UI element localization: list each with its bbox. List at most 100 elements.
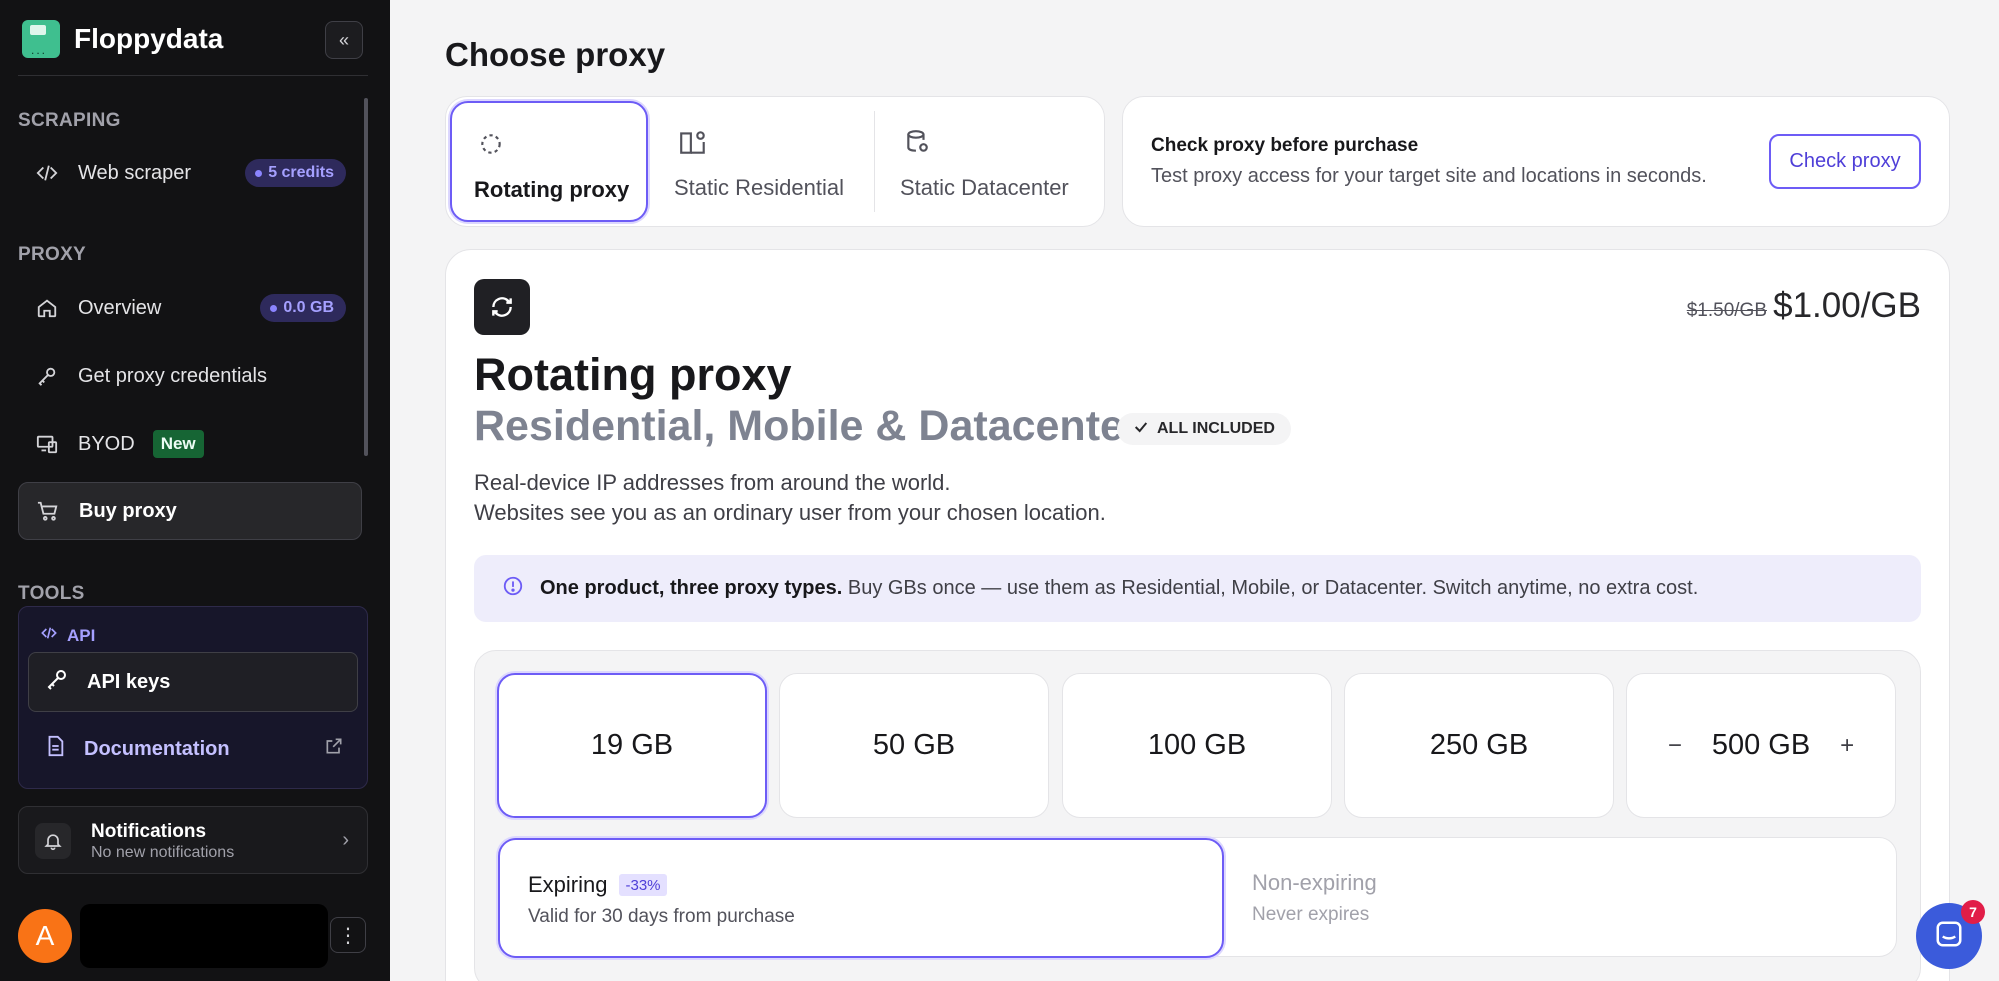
tab-divider [874,111,875,212]
user-info-redacted [80,904,328,968]
tab-static-datacenter[interactable]: Static Datacenter [878,101,1102,222]
discount-badge: -33% [619,874,667,896]
sidebar: Floppydata « SCRAPING Web scraper 5 cred… [0,0,390,981]
info-body: Buy GBs once — use them as Residential, … [847,577,1699,599]
decrement-button[interactable]: − [1668,732,1682,760]
external-link-icon [324,736,344,762]
bell-icon [35,823,71,859]
original-price: $1.50/GB [1686,300,1767,321]
check-proxy-button[interactable]: Check proxy [1769,134,1921,189]
expiry-toggle: Expiring -33% Valid for 30 days from pur… [497,837,1898,958]
chat-icon [1934,919,1964,954]
sidebar-item-buy-proxy[interactable]: Buy proxy [18,482,362,540]
sidebar-item-label: API keys [87,670,171,693]
unread-count-badge: 7 [1961,900,1985,924]
api-tools-panel: API API keys Documentation [18,606,368,789]
proxy-type-tabs: Rotating proxy Static Residential Static… [445,96,1105,227]
new-badge: New [152,430,204,458]
product-card: $1.50/GB $1.00/GB Rotating proxy Residen… [445,249,1950,981]
brand[interactable]: Floppydata [22,18,223,60]
check-proxy-title: Check proxy before purchase [1151,135,1419,156]
brand-name: Floppydata [74,23,224,54]
size-option-250gb[interactable]: 250 GB [1344,673,1614,818]
size-option-50gb[interactable]: 50 GB [779,673,1049,818]
rotate-icon [474,279,530,335]
non-expiring-title: Non-expiring [1252,870,1377,895]
expiring-label: Expiring [528,872,608,897]
devices-icon [34,431,60,457]
increment-button[interactable]: + [1840,732,1854,760]
more-vertical-icon: ⋮ [338,924,358,947]
check-proxy-description: Test proxy access for your target site a… [1151,165,1707,187]
product-title: Rotating proxy [474,349,792,400]
check-icon [1133,419,1149,440]
key-icon [45,667,69,697]
sidebar-item-web-scraper[interactable]: Web scraper 5 credits [18,144,362,202]
tab-rotating-proxy[interactable]: Rotating proxy [450,101,648,222]
building-icon [678,129,708,160]
non-expiring-subtitle: Never expires [1252,904,1370,925]
expiring-option[interactable]: Expiring -33% Valid for 30 days from pur… [498,838,1224,958]
section-label-scraping: SCRAPING [18,110,121,131]
sidebar-item-label: Buy proxy [79,499,177,522]
current-price: $1.00/GB [1773,286,1921,325]
info-text: One product, three proxy types. Buy GBs … [540,577,1698,600]
purchase-options: 19 GB 50 GB 100 GB 250 GB − 500 GB + Exp… [474,650,1921,981]
credits-badge: 5 credits [245,159,346,187]
check-proxy-card: Check proxy before purchase Test proxy a… [1122,96,1950,227]
code-icon [34,160,60,186]
rotate-icon [478,131,504,162]
sidebar-scrollbar[interactable] [364,98,368,456]
collapse-sidebar-button[interactable]: « [325,21,363,59]
database-icon [904,129,930,160]
notifications-title: Notifications [91,821,207,842]
sidebar-item-documentation[interactable]: Documentation [28,719,358,779]
sidebar-item-credentials[interactable]: Get proxy credentials [18,347,362,405]
section-label-proxy: PROXY [18,244,87,265]
info-banner: One product, three proxy types. Buy GBs … [474,555,1921,622]
floppy-logo-icon [22,20,60,58]
product-description: Real-device IP addresses from around the… [474,468,1106,528]
sidebar-item-label: Get proxy credentials [78,364,267,387]
api-heading-label: API [67,625,96,645]
api-heading: API [41,625,95,646]
non-expiring-option[interactable]: Non-expiring Never expires [1224,838,1898,958]
custom-size-value: 500 GB [1711,729,1811,761]
home-icon [34,295,60,321]
sidebar-item-label: Overview [78,296,162,319]
sidebar-item-label: BYOD [78,432,135,455]
badge-label: ALL INCLUDED [1157,420,1275,437]
double-chevron-left-icon: « [338,29,349,50]
user-menu-button[interactable]: ⋮ [330,917,366,953]
description-line: Websites see you as an ordinary user fro… [474,500,1106,525]
description-line: Real-device IP addresses from around the… [474,470,951,495]
divider [18,75,368,76]
avatar[interactable]: A [18,909,72,963]
usage-badge: 0.0 GB [260,294,346,322]
page-title: Choose proxy [445,36,666,73]
document-icon [44,735,66,763]
chevron-right-icon: › [342,829,349,851]
size-option-custom[interactable]: − 500 GB + [1626,673,1896,818]
sidebar-item-api-keys[interactable]: API keys [28,652,358,712]
size-option-100gb[interactable]: 100 GB [1062,673,1332,818]
all-included-badge: ALL INCLUDED [1117,413,1291,445]
tab-label: Static Datacenter [900,175,1069,200]
expiring-title: Expiring -33% [528,872,667,898]
product-subtitle: Residential, Mobile & Datacenter [474,402,1141,450]
size-option-19gb[interactable]: 19 GB [497,673,767,818]
sidebar-item-byod[interactable]: BYOD New [18,415,362,473]
info-bold: One product, three proxy types. [540,577,843,599]
notifications-panel[interactable]: Notifications No new notifications › [18,806,368,874]
tab-static-residential[interactable]: Static Residential [652,101,872,222]
notifications-subtitle: No new notifications [91,844,235,861]
sidebar-item-overview[interactable]: Overview 0.0 GB [18,279,362,337]
info-icon [502,575,524,603]
sidebar-item-label: Web scraper [78,161,192,184]
key-icon [34,363,60,389]
expiring-subtitle: Valid for 30 days from purchase [528,906,795,927]
code-icon [41,625,57,646]
cart-icon [35,498,61,524]
tab-label: Static Residential [674,175,844,200]
sidebar-item-label: Documentation [84,737,230,760]
